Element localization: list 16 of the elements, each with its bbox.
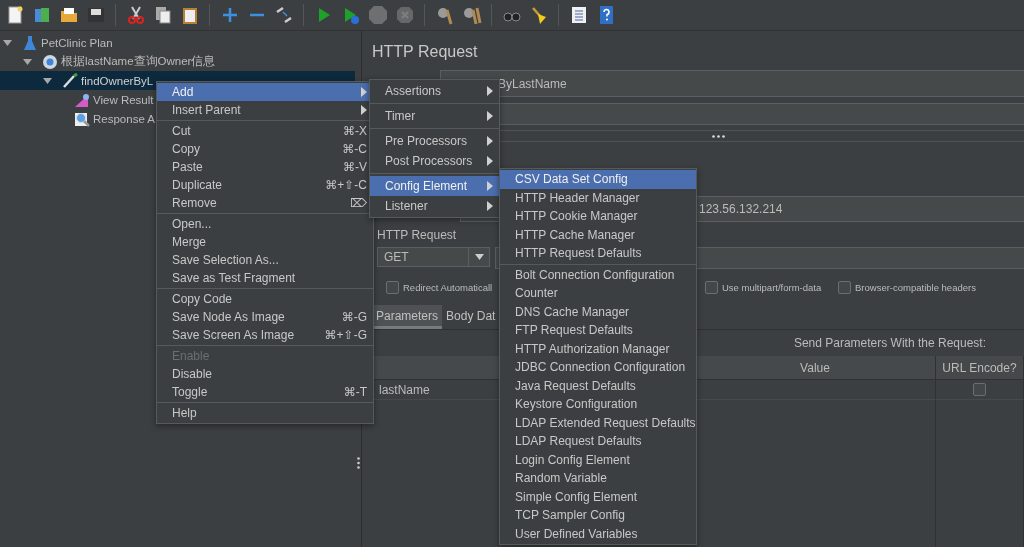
shortcut-label: ⌦ — [350, 196, 367, 210]
panel-title: HTTP Request — [372, 42, 479, 62]
checkbox-label: Use multipart/form-data — [722, 281, 822, 293]
shortcut-label: ⌘-X — [343, 124, 367, 138]
shortcut-label: ⌘-G — [341, 310, 367, 324]
shortcut-label: ⌘+⇧-C — [325, 178, 367, 192]
shortcut-label: ⌘-V — [343, 160, 367, 174]
group-label: HTTP Request — [377, 228, 457, 242]
shortcut-label: ⌘+⇧-G — [324, 328, 367, 342]
column-header: Value — [695, 356, 936, 380]
column-header: URL Encode? — [936, 356, 1024, 380]
shortcut-label: ⌘-C — [342, 142, 367, 156]
shortcut-label: ⌘-T — [343, 385, 367, 399]
checkbox-label: Redirect Automaticall — [403, 281, 493, 293]
table-caption: Send Parameters With the Request: — [793, 336, 986, 352]
checkbox-label: Browser-compatible headers — [855, 281, 976, 293]
